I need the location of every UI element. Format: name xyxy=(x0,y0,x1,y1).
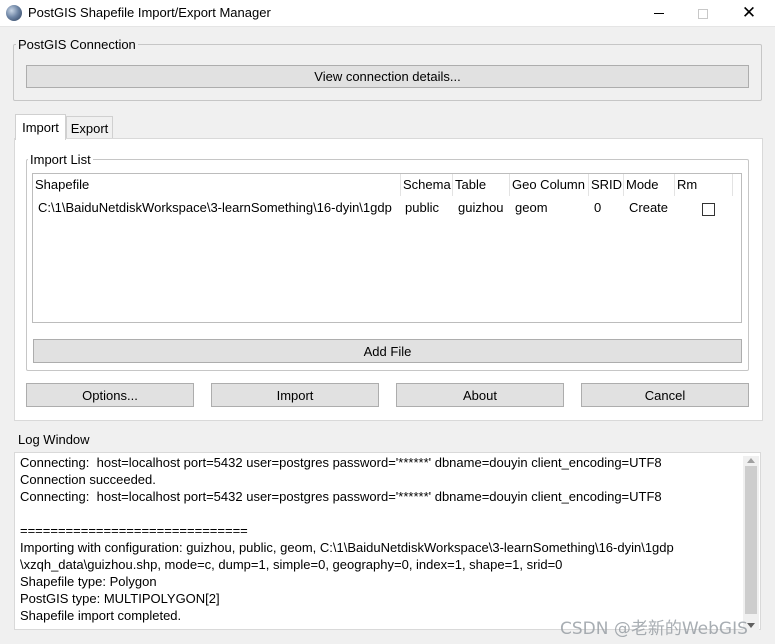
row-srid[interactable]: 0 xyxy=(594,198,624,218)
log-line: Shapefile type: Polygon xyxy=(20,574,157,589)
column-header-schema[interactable]: Schema xyxy=(401,174,453,196)
column-header-mode[interactable]: Mode xyxy=(624,174,675,196)
postgis-globe-icon xyxy=(6,5,22,21)
log-line: Connection succeeded. xyxy=(20,472,156,487)
log-line: PostGIS type: MULTIPOLYGON[2] xyxy=(20,591,220,606)
log-window-label: Log Window xyxy=(16,432,92,447)
row-shapefile-path[interactable]: C:\1\BaiduNetdiskWorkspace\3-learnSometh… xyxy=(38,198,401,218)
title-bar: PostGIS Shapefile Import/Export Manager … xyxy=(0,0,775,27)
about-button[interactable]: About xyxy=(396,383,564,407)
view-connection-details-button[interactable]: View connection details... xyxy=(26,65,749,88)
tab-import[interactable]: Import xyxy=(15,114,66,140)
window-title: PostGIS Shapefile Import/Export Manager xyxy=(28,5,271,20)
log-line: Importing with configuration: guizhou, p… xyxy=(20,540,674,555)
row-rm-checkbox[interactable] xyxy=(702,203,715,216)
row-schema[interactable]: public xyxy=(405,198,453,218)
import-button[interactable]: Import xyxy=(211,383,379,407)
postgis-connection-label: PostGIS Connection xyxy=(16,37,138,52)
options-button[interactable]: Options... xyxy=(26,383,194,407)
log-line: ============================== xyxy=(20,523,248,538)
maximize-icon xyxy=(698,8,708,19)
tab-export[interactable]: Export xyxy=(66,116,113,140)
column-header-table[interactable]: Table xyxy=(453,174,510,196)
log-line: \xzqh_data\guizhou.shp, mode=c, dump=1, … xyxy=(20,557,563,572)
log-line: Connecting: host=localhost port=5432 use… xyxy=(20,455,662,470)
row-mode[interactable]: Create xyxy=(629,198,675,218)
scroll-up-arrow-icon[interactable] xyxy=(747,458,755,463)
tab-export-label: Export xyxy=(70,121,109,136)
column-header-srid[interactable]: SRID xyxy=(589,174,624,196)
add-file-button[interactable]: Add File xyxy=(33,339,742,363)
maximize-button[interactable] xyxy=(680,0,726,27)
log-window[interactable]: Connecting: host=localhost port=5432 use… xyxy=(14,452,761,630)
row-table[interactable]: guizhou xyxy=(458,198,510,218)
column-header-geo-column[interactable]: Geo Column xyxy=(510,174,589,196)
scroll-thumb[interactable] xyxy=(745,466,757,614)
csdn-watermark: CSDN @老新的WebGIS xyxy=(560,619,748,639)
log-scrollbar[interactable] xyxy=(743,456,759,630)
scroll-down-arrow-icon[interactable] xyxy=(747,623,755,628)
minimize-button[interactable] xyxy=(636,0,682,27)
log-line: Connecting: host=localhost port=5432 use… xyxy=(20,489,662,504)
close-icon: ✕ xyxy=(741,3,757,23)
import-list-label: Import List xyxy=(28,152,93,167)
import-file-table[interactable]: Shapefile Schema Table Geo Column SRID M… xyxy=(32,173,742,323)
column-header-shapefile[interactable]: Shapefile xyxy=(33,174,401,196)
row-geo-column[interactable]: geom xyxy=(515,198,589,218)
tab-import-label: Import xyxy=(22,120,59,135)
cancel-button[interactable]: Cancel xyxy=(581,383,749,407)
log-line: Shapefile import completed. xyxy=(20,608,182,623)
column-header-rm[interactable]: Rm xyxy=(675,174,733,196)
close-button[interactable]: ✕ xyxy=(726,0,772,27)
minimize-icon xyxy=(654,13,664,14)
